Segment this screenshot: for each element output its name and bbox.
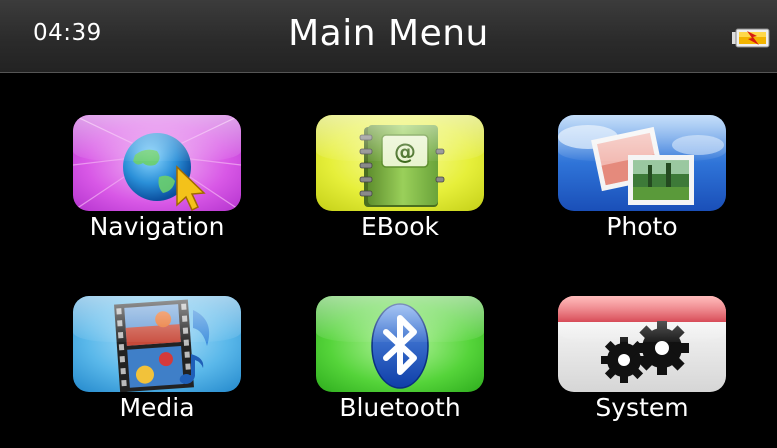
page-title: Main Menu [288,13,489,54]
system-button[interactable]: System [558,296,726,426]
media-label: Media [119,393,195,422]
system-label: System [595,393,689,422]
bluetooth-button[interactable]: Bluetooth [316,296,484,426]
photo-button[interactable]: Photo [558,115,726,245]
media-button[interactable]: Media [73,296,241,426]
svg-text:@: @ [394,140,416,165]
navigation-button[interactable]: Navigation [73,115,241,245]
ebook-button[interactable]: @ EBook [316,115,484,245]
navigation-label: Navigation [89,212,225,241]
battery-charging-icon [732,28,770,48]
ebook-label: EBook [360,212,439,241]
film-strip-icon [73,296,241,392]
device-screen: 04:39 Main Menu Navigation @ EBook Photo… [0,0,777,448]
bluetooth-icon [316,296,484,392]
status-bar: 04:39 Main Menu [0,0,777,73]
globe-cursor-icon [73,115,241,211]
photos-icon [558,115,726,211]
book-at-sign-icon: @ [316,115,484,211]
photo-label: Photo [606,212,678,241]
gears-icon [558,296,726,392]
bluetooth-label: Bluetooth [339,393,461,422]
